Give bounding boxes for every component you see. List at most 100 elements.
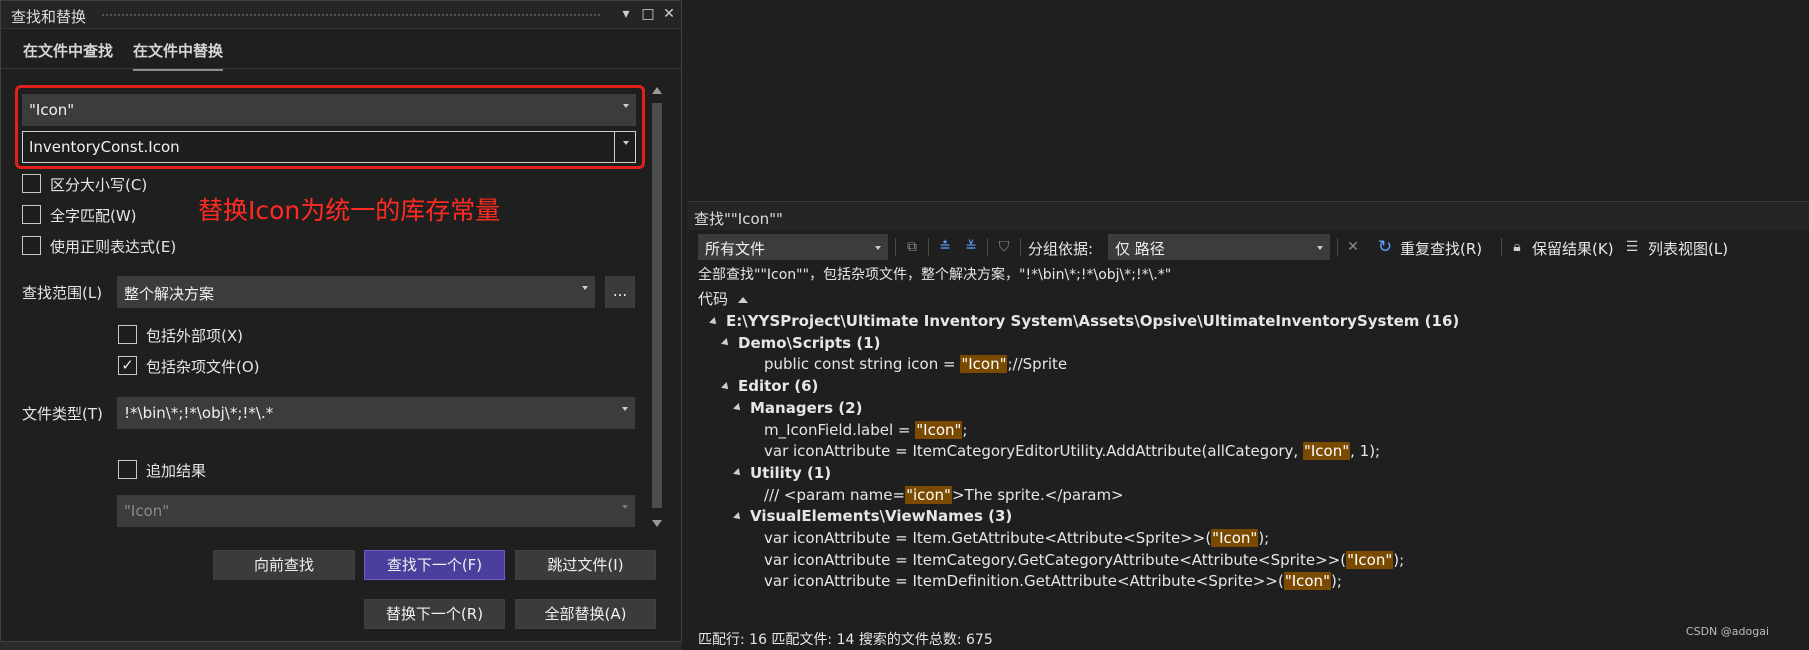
match-highlight: "Icon" [960,355,1008,374]
whole-word-label: 全字匹配(W) [50,207,137,225]
group-by-combo[interactable]: 仅 路径 [1108,234,1330,260]
results-status: 匹配行: 16 匹配文件: 14 搜索的文件总数: 675 [698,632,993,648]
chevron-down-icon[interactable] [1317,246,1323,250]
match-highlight: "Icon" [915,420,963,439]
scroll-up-icon[interactable] [652,87,662,94]
list-view-button[interactable]: 列表视图(L) [1648,238,1728,259]
tree-group-label: E:\YYSProject\Ultimate Inventory System\… [726,312,1460,330]
refind-button[interactable]: 重复查找(R) [1400,238,1482,259]
restore-icon[interactable]: □ [638,4,658,24]
regex-label: 使用正则表达式(E) [50,238,177,256]
tree-group-label: VisualElements\ViewNames (3) [750,507,1013,526]
cancel-icon[interactable]: ✕ [1344,239,1362,255]
find-what-value: "Icon" [29,101,75,119]
include-external-label: 包括外部项(X) [146,327,243,345]
file-types-combo[interactable]: !*\bin\*;!*\obj\*;!*\.* [117,397,635,429]
look-in-value: 整个解决方案 [124,285,215,303]
code-suffix: ; [962,420,968,439]
next-result-icon[interactable]: ≚ [962,239,980,255]
replace-next-button[interactable]: 替换下一个(R) [364,599,505,629]
tree-result-row[interactable]: var iconAttribute = ItemDefinition.GetAt… [764,572,1342,597]
code-suffix: ); [1258,529,1270,547]
code-suffix: ); [1330,572,1342,591]
browse-button[interactable]: ... [605,276,635,308]
expand-triangle-icon[interactable] [733,468,743,479]
drag-grip[interactable] [101,13,601,18]
append-results-label: 追加结果 [146,462,207,480]
code-suffix: >The sprite.</param> [951,485,1124,504]
group-by-value: 仅 路径 [1115,240,1165,258]
results-target-combo: "Icon" [117,495,635,527]
column-header-code[interactable]: 代码 [698,288,749,309]
match-case-checkbox[interactable] [22,174,41,193]
append-results-checkbox[interactable] [118,460,137,479]
regex-checkbox[interactable] [22,236,41,255]
look-in-label: 查找范围(L) [22,284,103,302]
expand-triangle-icon[interactable] [721,338,731,349]
results-scope-combo[interactable]: 所有文件 [698,234,888,260]
include-external-checkbox[interactable] [118,325,137,344]
toolbar-separator [1337,238,1338,256]
results-scope-value: 所有文件 [705,240,766,258]
scroll-down-icon[interactable] [652,520,662,527]
find-previous-button[interactable]: 向前查找 [213,550,355,580]
chevron-down-icon[interactable] [875,246,881,250]
dialog-titlebar[interactable]: 查找和替换 ▾ □ ✕ [1,1,681,29]
replace-all-button[interactable]: 全部替换(A) [515,599,656,629]
skip-file-button[interactable]: 跳过文件(I) [515,550,656,580]
expand-triangle-icon[interactable] [733,511,743,522]
results-title: 查找""Icon"" [694,210,783,228]
look-in-combo[interactable]: 整个解决方案 [117,276,595,308]
results-titlebar[interactable]: 查找""Icon"" [688,202,1809,230]
replace-with-value: InventoryConst.Icon [29,138,180,156]
code-prefix: /// <param name= [764,485,906,504]
code-prefix: var iconAttribute = ItemCategoryEditorUt… [764,442,1303,461]
chevron-down-icon[interactable] [623,104,629,108]
keep-results-button[interactable]: 保留结果(K) [1532,238,1614,259]
find-what-combo[interactable]: "Icon" [22,94,636,126]
filter-icon[interactable]: ⛉ [995,239,1013,255]
toolbar-separator [1020,238,1021,256]
results-toolbar: 所有文件 ⧉ ≛ ≚ ⛉ 分组依据: 仅 路径 ✕ ↻ 重复查找(R) 🔒︎ 保… [688,232,1809,262]
replace-with-combo[interactable]: InventoryConst.Icon [22,131,636,163]
code-prefix: var iconAttribute = ItemCategory.GetCate… [764,550,1347,569]
tab-find-in-files[interactable]: 在文件中查找 [23,40,113,69]
scroll-thumb[interactable] [652,103,662,508]
expand-triangle-icon[interactable] [721,381,731,392]
annotation-text: 替换Icon为统一的库存常量 [198,196,501,225]
include-misc-checkbox[interactable]: ✓ [118,356,137,375]
match-case-label: 区分大小写(C) [50,176,148,194]
code-suffix: ); [1393,550,1405,569]
dialog-scrollbar[interactable] [649,83,665,531]
close-icon[interactable]: ✕ [659,4,679,24]
refresh-icon[interactable]: ↻ [1376,239,1394,256]
find-replace-dialog: 查找和替换 ▾ □ ✕ 在文件中查找 在文件中替换 "Icon" Invento… [0,0,682,642]
toolbar-separator [987,238,988,256]
file-types-label: 文件类型(T) [22,405,103,423]
chevron-down-icon[interactable] [582,286,588,290]
tree-group-label: Editor (6) [738,377,819,396]
previous-result-icon[interactable]: ≛ [936,239,954,255]
tree-group-label: Managers (2) [750,398,863,417]
dropdown-icon[interactable]: ▾ [616,4,636,24]
expand-triangle-icon[interactable] [733,403,743,414]
code-prefix: public const string icon = [764,355,961,374]
group-by-label: 分组依据: [1028,240,1094,258]
lock-icon[interactable]: 🔒︎ [1508,239,1526,255]
match-highlight: "Icon" [1211,529,1259,547]
toolbar-separator [1501,238,1502,256]
combo-separator [614,132,615,162]
watermark: CSDN @adogai [1685,625,1769,638]
chevron-down-icon[interactable] [623,141,629,145]
match-highlight: "icon" [905,485,952,504]
tab-replace-in-files[interactable]: 在文件中替换 [133,40,224,71]
tree-result-row[interactable]: var iconAttribute = ItemCategoryEditorUt… [764,442,1380,467]
results-target-value: "Icon" [124,502,170,520]
chevron-down-icon[interactable] [622,407,628,411]
list-view-icon[interactable]: ☰ [1623,239,1641,255]
whole-word-checkbox[interactable] [22,205,41,224]
toolbar-separator [928,238,929,256]
copy-icon[interactable]: ⧉ [903,239,921,255]
find-next-button[interactable]: 查找下一个(F) [364,550,505,580]
expand-triangle-icon[interactable] [709,316,719,327]
